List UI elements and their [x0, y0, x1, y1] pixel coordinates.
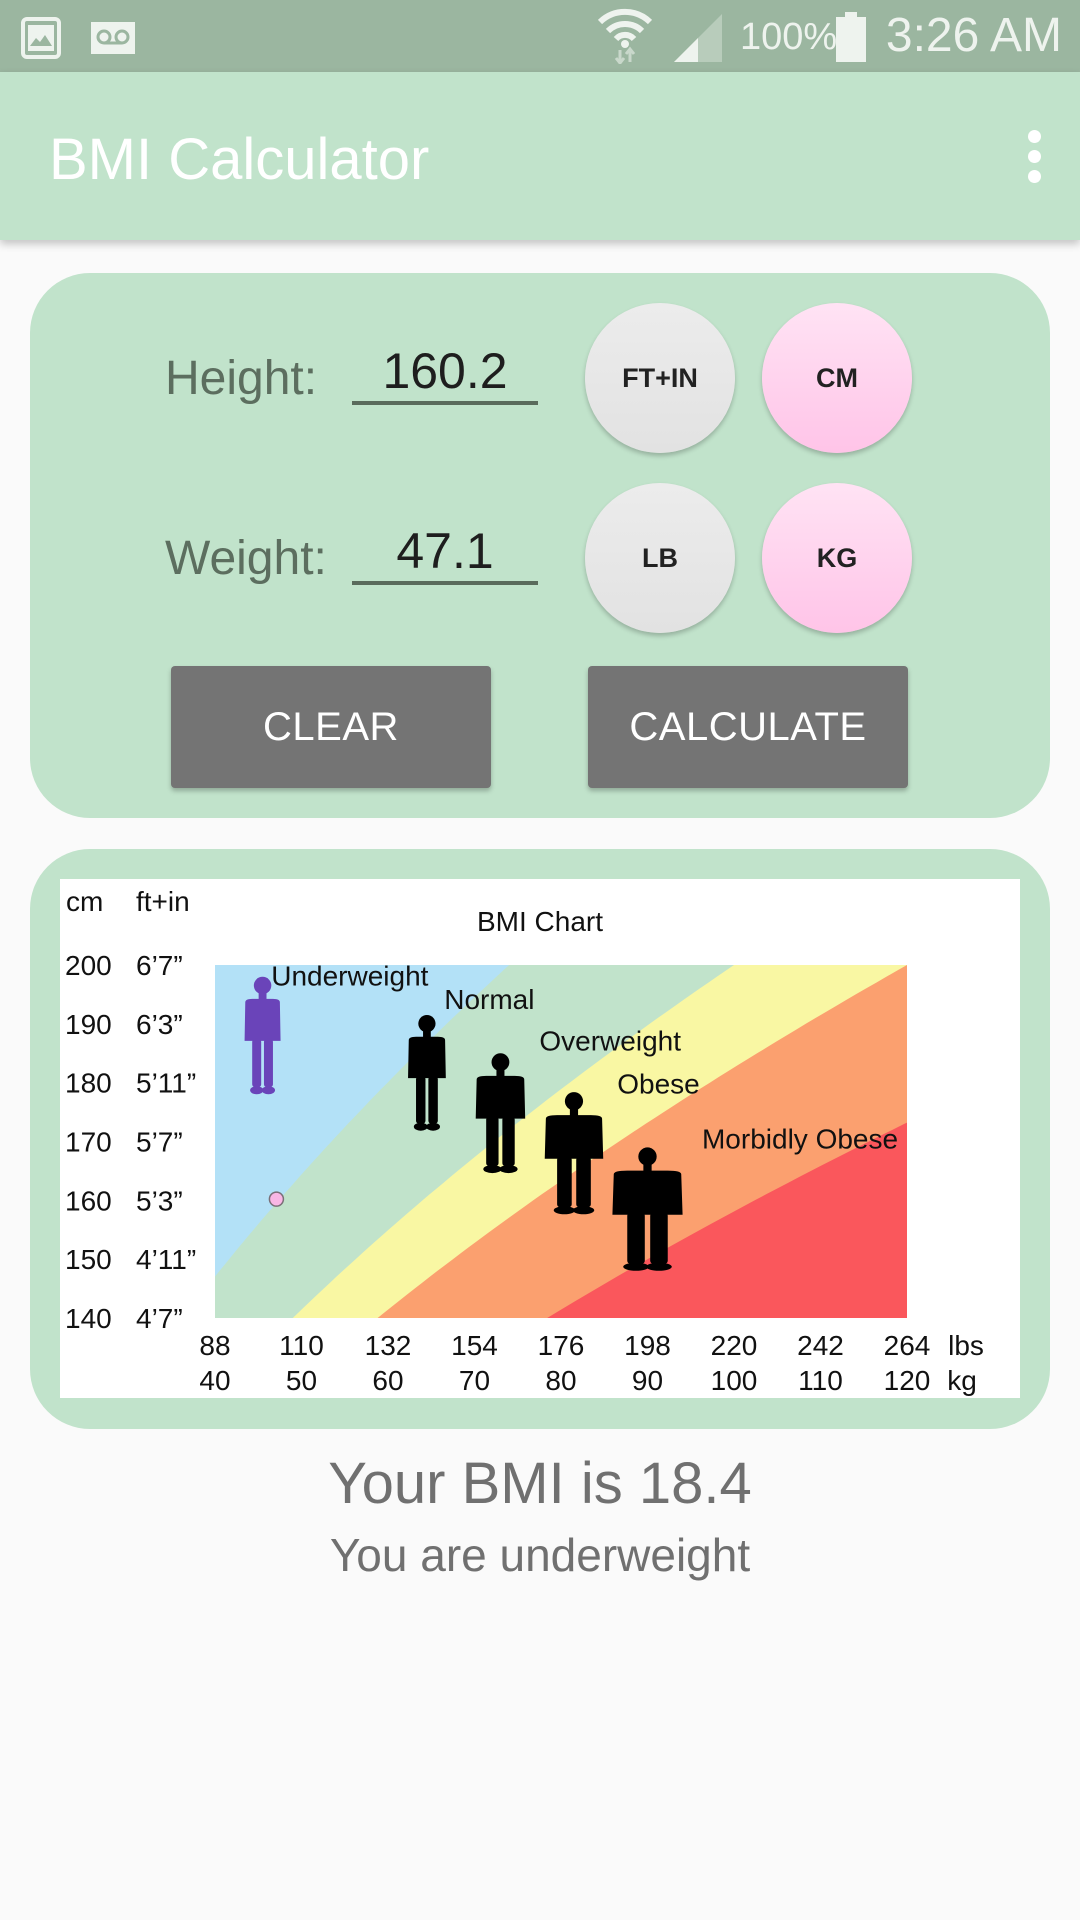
y-tick-ftin: 6’3” — [136, 1009, 183, 1040]
y-tick-cm: 160 — [65, 1185, 112, 1216]
signal-icon — [674, 14, 722, 62]
unit-lb-button[interactable]: LB — [585, 483, 735, 633]
label-morbidly-obese: Morbidly Obese — [702, 1124, 898, 1155]
voicemail-icon — [91, 22, 135, 54]
weight-input[interactable] — [352, 521, 538, 585]
x-tick-kg: 70 — [459, 1365, 490, 1396]
overflow-menu-icon[interactable] — [1022, 130, 1046, 184]
clear-button[interactable]: CLEAR — [171, 666, 491, 788]
battery-percent: 100% — [740, 16, 838, 58]
y-tick-ftin: 5’3” — [136, 1185, 183, 1216]
bmi-category: You are underweight — [329, 1529, 751, 1581]
label-underweight: Underweight — [271, 961, 428, 992]
x-tick-lbs: 264 — [884, 1330, 931, 1361]
x-tick-lbs: 242 — [797, 1330, 844, 1361]
x-tick-kg: 120 — [884, 1365, 931, 1396]
x-tick-kg: 90 — [632, 1365, 663, 1396]
bmi-chart: Underweight Normal Overweight Obese Morbidly… — [60, 879, 1020, 1398]
gallery-icon — [21, 17, 61, 59]
x-tick-lbs: 220 — [711, 1330, 758, 1361]
x-tick-lbs: 176 — [538, 1330, 585, 1361]
x-unit-lbs: lbs — [948, 1330, 984, 1361]
unit-kg-button[interactable]: KG — [762, 483, 912, 633]
y-tick-ftin: 5’7” — [136, 1127, 183, 1158]
x-tick-kg: 100 — [711, 1365, 758, 1396]
bmi-chart-svg: Underweight NormalOverweight ObeseMorbidly… — [65, 886, 984, 1396]
unit-cm-button[interactable]: CM — [762, 303, 912, 453]
x-tick-kg: 50 — [286, 1365, 317, 1396]
y-tick-ftin: 4’7” — [136, 1303, 183, 1334]
battery-icon — [836, 12, 866, 62]
label-overweight: Overweight — [539, 1025, 681, 1056]
x-tick-lbs: 88 — [199, 1330, 230, 1361]
y-tick-ftin: 5’11” — [136, 1068, 196, 1099]
x-tick-lbs: 110 — [279, 1330, 324, 1361]
x-unit-kg: kg — [947, 1365, 977, 1396]
height-input[interactable] — [352, 341, 538, 405]
app-title: BMI Calculator — [49, 127, 430, 192]
x-tick-lbs: 198 — [624, 1330, 671, 1361]
y-tick-cm: 190 — [65, 1009, 112, 1040]
y-tick-ftin: 6’7” — [136, 950, 183, 981]
x-tick-kg: 110 — [798, 1365, 843, 1396]
user-bmi-marker — [268, 1191, 285, 1207]
app-bar: BMI Calculator — [0, 72, 1080, 240]
label-obese: Obese — [617, 1068, 700, 1099]
y-tick-cm: 180 — [65, 1068, 112, 1099]
y-tick-cm: 170 — [65, 1127, 112, 1158]
y-header-ftin: ft+in — [136, 886, 190, 917]
y-header-cm: cm — [66, 886, 103, 917]
clock: 3:26 AM — [885, 9, 1062, 62]
calculate-button[interactable]: CALCULATE — [588, 666, 908, 788]
input-card: Height: FT+IN CM Weight: LB KG CLEAR CAL… — [30, 273, 1050, 818]
x-tick-kg: 60 — [372, 1365, 403, 1396]
y-tick-cm: 140 — [65, 1303, 112, 1334]
weight-label: Weight: — [165, 532, 327, 585]
x-tick-lbs: 132 — [365, 1330, 412, 1361]
y-tick-cm: 200 — [65, 950, 112, 981]
x-tick-kg: 80 — [545, 1365, 576, 1396]
bmi-result: Your BMI is 18.4 — [328, 1451, 752, 1516]
label-normal: Normal — [444, 984, 534, 1015]
chart-title: BMI Chart — [477, 906, 603, 937]
x-tick-lbs: 154 — [451, 1330, 498, 1361]
y-tick-cm: 150 — [65, 1244, 112, 1275]
height-label: Height: — [165, 352, 318, 405]
unit-ftin-button[interactable]: FT+IN — [585, 303, 735, 453]
x-tick-kg: 40 — [199, 1365, 230, 1396]
wifi-icon — [597, 8, 653, 64]
y-tick-ftin: 4’11” — [136, 1244, 196, 1275]
status-bar: 100% 3:26 AM — [0, 0, 1080, 72]
